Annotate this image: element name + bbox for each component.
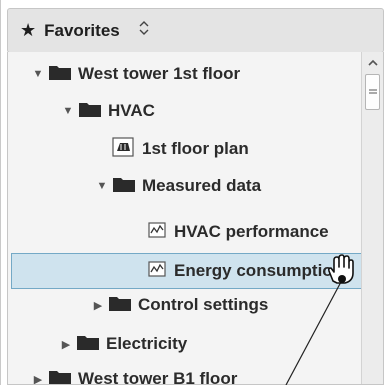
collapsed-arrow-icon[interactable]: ▶ (28, 373, 48, 385)
collapsed-arrow-icon[interactable]: ▶ (88, 299, 108, 312)
tree-item-label: 1st floor plan (142, 139, 249, 158)
vertical-scrollbar[interactable] (361, 52, 383, 384)
folder-icon (76, 333, 100, 356)
line-chart-icon (148, 260, 166, 282)
star-icon: ★ (20, 20, 37, 40)
tree-item-hvac[interactable]: ▼ HVAC (8, 93, 360, 129)
sort-updown-icon[interactable] (138, 20, 150, 41)
scrollbar-thumb[interactable] (365, 74, 380, 110)
collapsed-arrow-icon[interactable]: ▶ (56, 338, 76, 351)
navigation-panel: ★ Favorites ▼ West tower 1st floor ▼ HVA… (0, 0, 389, 385)
expanded-arrow-icon[interactable]: ▼ (58, 105, 78, 117)
scroll-up-icon[interactable] (365, 56, 380, 70)
folder-icon (78, 100, 102, 123)
tree-item-west-tower-b1-floor[interactable]: ▶ West tower B1 floor (8, 361, 360, 385)
folder-icon (108, 294, 132, 317)
tree-item-control-settings[interactable]: ▶ Control settings (8, 287, 360, 323)
line-chart-icon (148, 221, 166, 243)
floor-plan-icon (112, 136, 134, 162)
tree-item-west-tower-1st-floor[interactable]: ▼ West tower 1st floor (8, 56, 360, 92)
tree-item-energy-consumption[interactable]: Energy consumption (11, 253, 363, 289)
favorites-label: Favorites (44, 20, 120, 40)
tree-item-label: Measured data (142, 176, 262, 195)
tree-item-label: HVAC (108, 101, 155, 120)
folder-icon (48, 63, 72, 86)
expanded-arrow-icon[interactable]: ▼ (92, 180, 112, 192)
tree-item-1st-floor-plan[interactable]: 1st floor plan (8, 131, 360, 167)
expanded-arrow-icon[interactable]: ▼ (28, 68, 48, 80)
tree-item-measured-data[interactable]: ▼ Measured data (8, 168, 360, 204)
tree-view: ▼ West tower 1st floor ▼ HVAC 1st floor … (7, 52, 384, 385)
tree-item-label: Energy consumption (174, 261, 344, 280)
tree-item-label: Control settings (138, 295, 269, 314)
tree-item-label: Electricity (106, 334, 188, 353)
favorites-selector[interactable]: ★ Favorites (7, 8, 384, 53)
tree-item-label: HVAC performance (174, 222, 329, 241)
tree-item-label: West tower 1st floor (78, 64, 241, 83)
tree-item-hvac-performance[interactable]: HVAC performance (8, 214, 360, 250)
tree-item-label: West tower B1 floor (78, 369, 238, 385)
folder-icon (48, 368, 72, 384)
tree-item-electricity[interactable]: ▶ Electricity (8, 326, 360, 362)
folder-icon (112, 175, 136, 198)
